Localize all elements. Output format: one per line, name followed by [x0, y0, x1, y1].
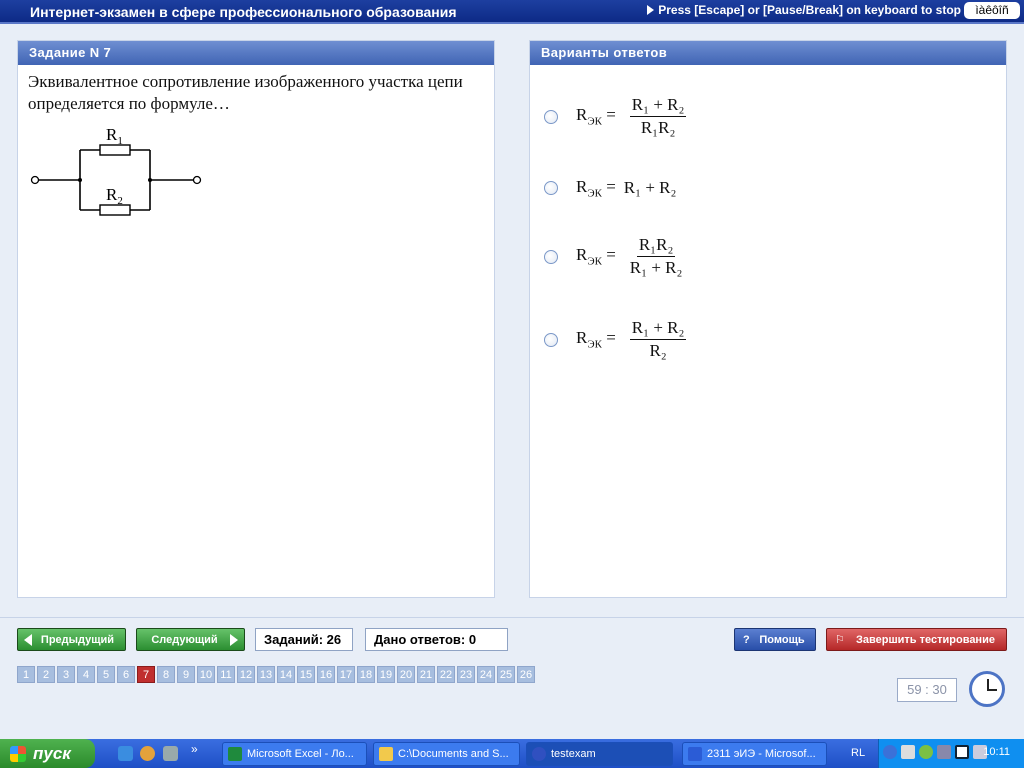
task-testexam[interactable]: testexam: [526, 742, 673, 766]
answers-header: Варианты ответов: [530, 41, 1006, 65]
language-indicator[interactable]: RL: [851, 747, 865, 759]
task-navigation: 1 2 3 4 5 6 7 8 9 10 11 12 13 14 15 16 17 18 19 20 21 22 23 24 2…: [17, 666, 537, 683]
terminal-right: [192, 175, 202, 185]
radio-button[interactable]: [544, 249, 558, 264]
answer-option-2[interactable]: RЭК = R₁ + R₂: [544, 177, 676, 199]
terminal-left: [30, 175, 40, 185]
denominator: R₁ + R₂: [629, 258, 683, 277]
nav-item-15[interactable]: 15: [297, 666, 315, 683]
radio-button[interactable]: [544, 332, 558, 347]
numerator: R₁ + R₂: [629, 94, 687, 117]
excel-icon: [228, 747, 242, 761]
tasks-count: Заданий: 26: [255, 628, 353, 651]
nav-item-26[interactable]: 26: [517, 666, 535, 683]
chevron-left-icon[interactable]: [883, 745, 897, 759]
nav-item-7[interactable]: 7: [137, 666, 155, 683]
answered-count: Дано ответов: 0: [365, 628, 508, 651]
answer-option-4[interactable]: RЭК = R₁ + R₂ R₂: [544, 317, 687, 362]
smiley-icon[interactable]: [919, 745, 933, 759]
chevron-right-icon[interactable]: »: [191, 742, 198, 756]
finish-test-button[interactable]: ⚐ Завершить тестирование: [826, 628, 1007, 651]
answer-formula: RЭК = R₁R₂ R₁ + R₂: [576, 234, 683, 277]
nav-item-17[interactable]: 17: [337, 666, 355, 683]
denominator: R₁R₂: [640, 118, 676, 137]
arrow-left-icon: [24, 634, 32, 646]
start-button[interactable]: пуск: [0, 739, 95, 768]
nav-item-8[interactable]: 8: [157, 666, 175, 683]
nav-item-19[interactable]: 19: [377, 666, 395, 683]
nav-item-21[interactable]: 21: [417, 666, 435, 683]
word-icon: [688, 747, 702, 761]
nav-item-6[interactable]: 6: [117, 666, 135, 683]
nav-item-4[interactable]: 4: [77, 666, 95, 683]
media-player-icon[interactable]: [140, 746, 155, 761]
denominator: R₂: [649, 341, 667, 360]
windows-logo-icon: [10, 746, 26, 762]
help-button[interactable]: ? Помощь: [734, 628, 816, 651]
nav-item-2[interactable]: 2: [37, 666, 55, 683]
nav-item-10[interactable]: 10: [197, 666, 215, 683]
ie-icon[interactable]: [118, 746, 133, 761]
folder-icon: [379, 747, 393, 761]
resistor-r1: [99, 144, 131, 156]
question-panel: Задание N 7 Эквивалентное сопротивление …: [17, 40, 495, 598]
nav-item-22[interactable]: 22: [437, 666, 455, 683]
nav-item-23[interactable]: 23: [457, 666, 475, 683]
task-excel[interactable]: Microsoft Excel - Ло...: [222, 742, 367, 766]
stop-hint: Press [Escape] or [Pause/Break] on keybo…: [642, 2, 961, 19]
answer-formula: RЭК = R₁ + R₂ R₁R₂: [576, 94, 687, 137]
radio-button[interactable]: [544, 109, 558, 124]
keyboard-layout-indicator: ìàêôîñ: [964, 2, 1020, 19]
taskbar: пуск » Microsoft Excel - Ло... C:\Docume…: [0, 739, 1024, 768]
previous-button[interactable]: Предыдущий: [17, 628, 126, 651]
timer: 59 : 30: [897, 678, 957, 702]
clock-time: 10:11: [983, 746, 1010, 758]
formula-inline: R₁ + R₂: [623, 178, 677, 198]
nav-item-12[interactable]: 12: [237, 666, 255, 683]
app-icon: [532, 747, 546, 761]
answers-panel: Варианты ответов RЭК = R₁ + R₂ R₁R₂ RЭК =…: [529, 40, 1007, 598]
nav-item-25[interactable]: 25: [497, 666, 515, 683]
nav-item-16[interactable]: 16: [317, 666, 335, 683]
task-explorer[interactable]: C:\Documents and S...: [373, 742, 520, 766]
nav-item-14[interactable]: 14: [277, 666, 295, 683]
r2-label: R2: [106, 185, 123, 207]
nav-item-3[interactable]: 3: [57, 666, 75, 683]
question-header: Задание N 7: [18, 41, 494, 65]
arrow-right-icon: [230, 634, 238, 646]
system-tray: 10:11: [878, 739, 1024, 768]
clock-icon: [969, 671, 1005, 707]
question-mark-icon: ?: [743, 634, 750, 646]
app-icon[interactable]: [163, 746, 178, 761]
resistor-r2: [99, 204, 131, 216]
answer-formula: RЭК = R₁ + R₂: [576, 177, 677, 200]
nav-item-20[interactable]: 20: [397, 666, 415, 683]
nav-item-11[interactable]: 11: [217, 666, 235, 683]
task-word[interactable]: 2311 эИЭ - Microsof...: [682, 742, 827, 766]
answer-option-3[interactable]: RЭК = R₁R₂ R₁ + R₂: [544, 234, 682, 279]
next-button[interactable]: Следующий: [136, 628, 245, 651]
nav-item-24[interactable]: 24: [477, 666, 495, 683]
circuit-diagram: R1 R2: [30, 125, 202, 216]
window-title: Интернет-экзамен в сфере профессионально…: [30, 4, 457, 20]
answer-formula: RЭК = R₁ + R₂ R₂: [576, 317, 687, 360]
answer-option-1[interactable]: RЭК = R₁ + R₂ R₁R₂: [544, 94, 687, 139]
nav-item-18[interactable]: 18: [357, 666, 375, 683]
numerator: R₁ + R₂: [629, 317, 687, 340]
nav-item-5[interactable]: 5: [97, 666, 115, 683]
question-text: Эквивалентное сопротивление изображенног…: [28, 72, 463, 113]
media-icon[interactable]: [955, 745, 969, 759]
running-man-icon: ⚐: [835, 634, 845, 646]
r1-label: R1: [106, 125, 123, 147]
radio-button[interactable]: [544, 181, 558, 196]
nav-item-9[interactable]: 9: [177, 666, 195, 683]
nav-item-13[interactable]: 13: [257, 666, 275, 683]
numerator: R₁R₂: [636, 234, 676, 257]
printer-icon[interactable]: [901, 745, 915, 759]
nav-item-1[interactable]: 1: [17, 666, 35, 683]
play-icon[interactable]: [937, 745, 951, 759]
